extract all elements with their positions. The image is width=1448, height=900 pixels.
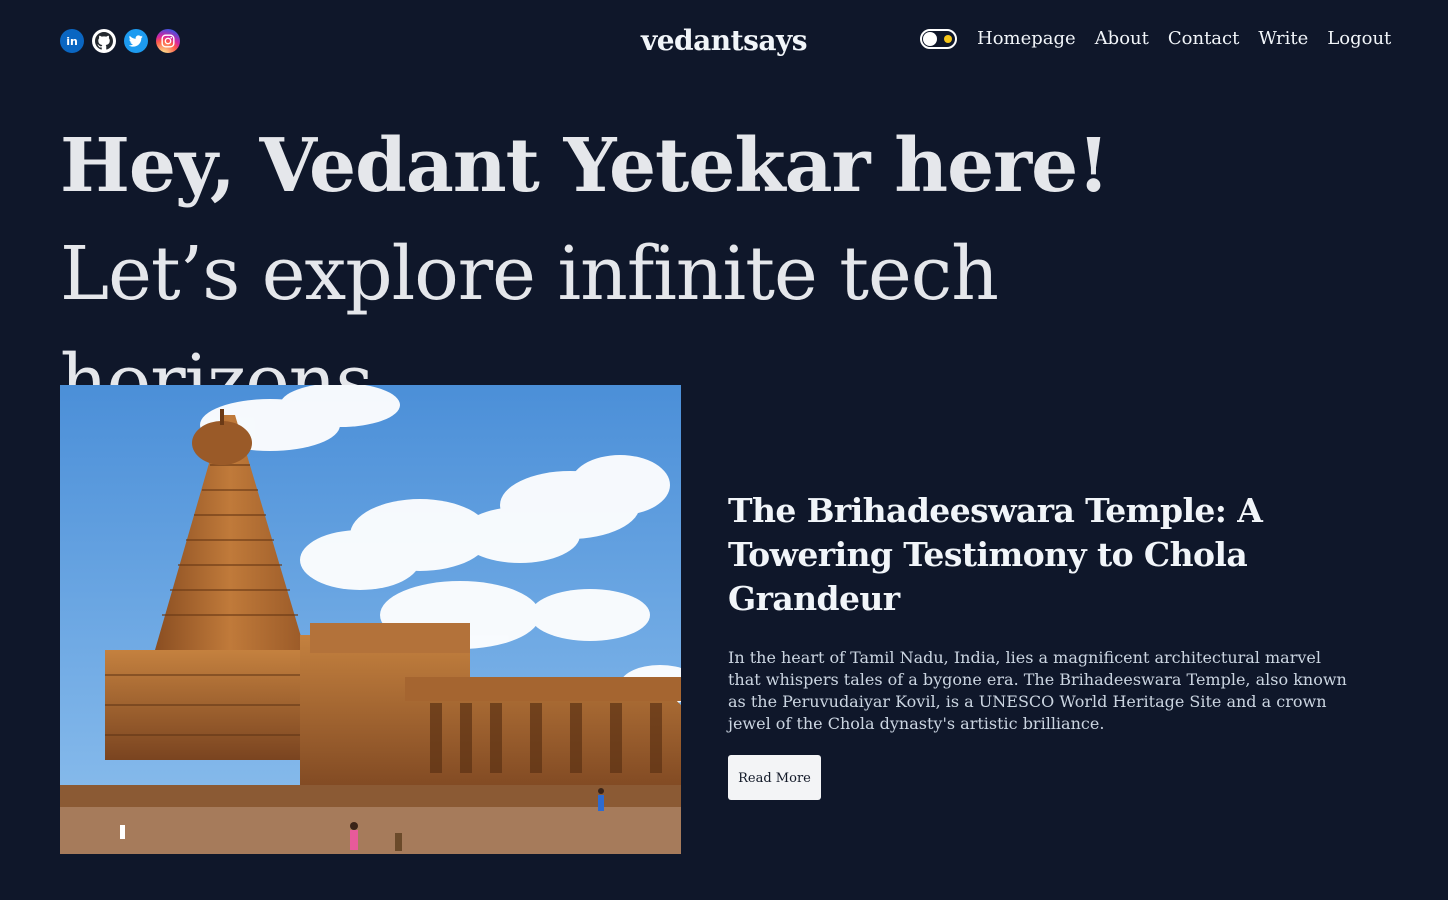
nav-right: Homepage About Contact Write Logout bbox=[920, 28, 1391, 49]
post-title[interactable]: The Brihadeeswara Temple: A Towering Tes… bbox=[728, 489, 1348, 621]
toggle-knob bbox=[923, 31, 937, 46]
site-logo[interactable]: vedantsays bbox=[624, 24, 824, 57]
navbar: in vedantsays Homepage About Contact Wri… bbox=[0, 0, 1448, 82]
nav-write[interactable]: Write bbox=[1258, 28, 1308, 49]
instagram-glyph bbox=[161, 34, 175, 48]
nav-homepage[interactable]: Homepage bbox=[977, 28, 1076, 49]
post-body: The Brihadeeswara Temple: A Towering Tes… bbox=[728, 489, 1348, 800]
linkedin-glyph: in bbox=[66, 34, 78, 48]
linkedin-icon[interactable]: in bbox=[60, 29, 84, 53]
read-more-button[interactable]: Read More bbox=[728, 755, 821, 800]
sun-icon bbox=[944, 34, 952, 43]
nav-logout[interactable]: Logout bbox=[1327, 28, 1391, 49]
nav-contact[interactable]: Contact bbox=[1168, 28, 1239, 49]
github-glyph bbox=[95, 32, 113, 50]
nav-about[interactable]: About bbox=[1095, 28, 1149, 49]
hero-bold-text: Hey, Vedant Yetekar here! bbox=[60, 123, 1110, 209]
nav-links: Homepage About Contact Write Logout bbox=[977, 28, 1391, 49]
post-image[interactable] bbox=[60, 385, 681, 854]
twitter-glyph bbox=[129, 35, 143, 47]
instagram-icon[interactable] bbox=[156, 29, 180, 53]
theme-toggle[interactable] bbox=[920, 28, 957, 49]
post-description: In the heart of Tamil Nadu, India, lies … bbox=[728, 648, 1347, 733]
featured-post: The Brihadeeswara Temple: A Towering Tes… bbox=[60, 385, 1350, 855]
social-links: in bbox=[60, 29, 180, 53]
temple-image bbox=[60, 385, 681, 854]
github-icon[interactable] bbox=[92, 29, 116, 53]
twitter-icon[interactable] bbox=[124, 29, 148, 53]
